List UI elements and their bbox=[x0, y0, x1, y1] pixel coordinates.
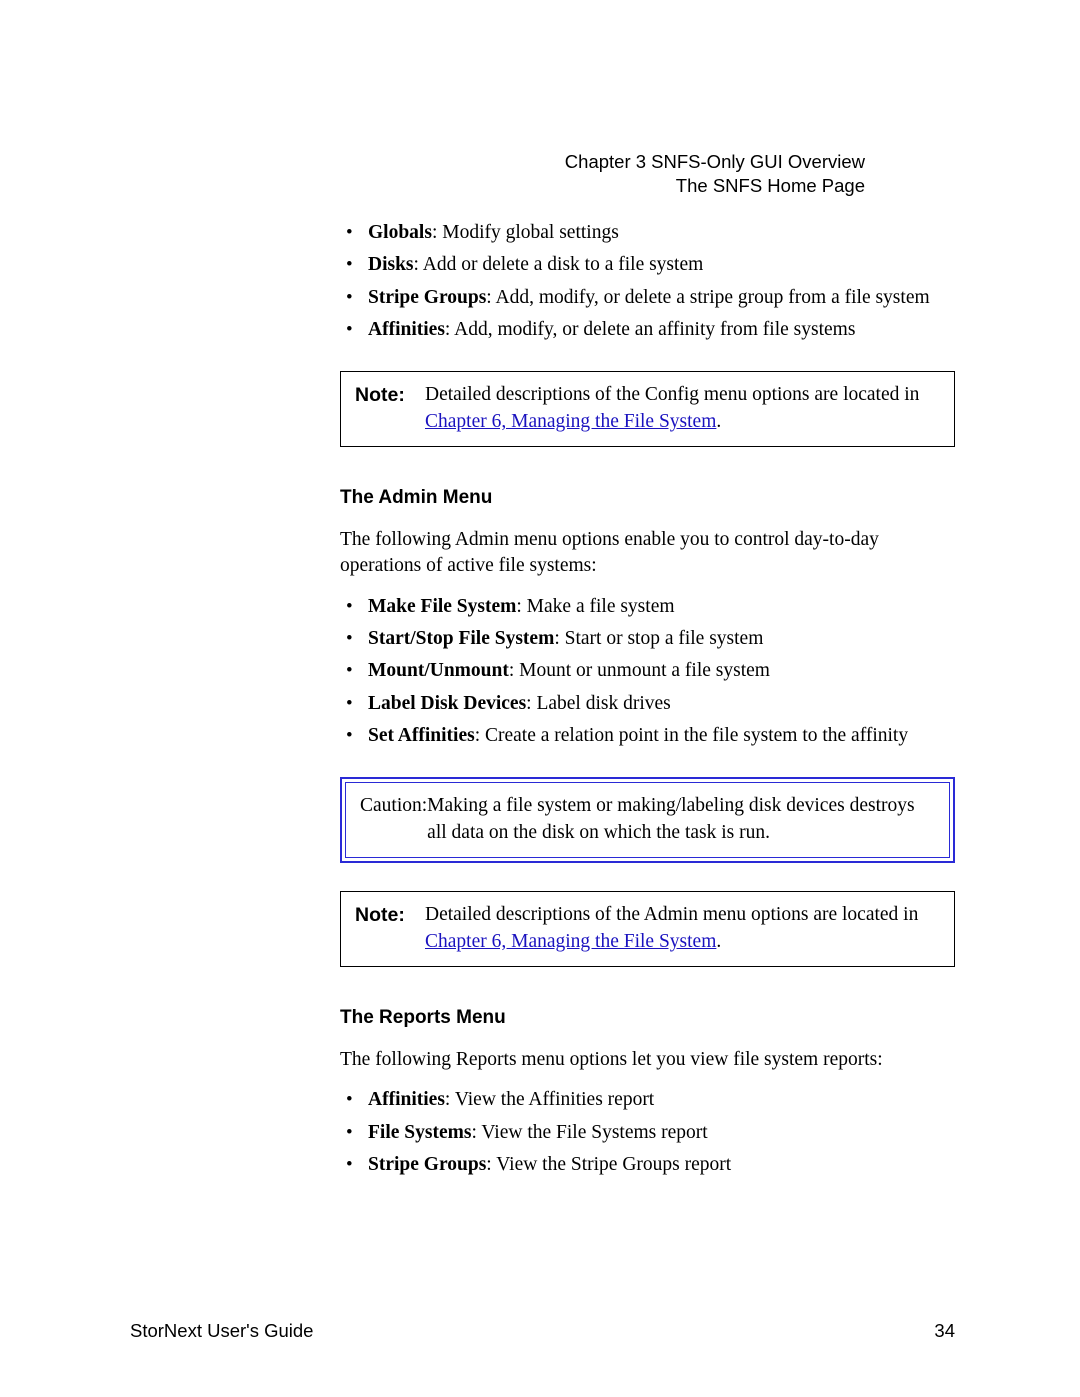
term: Start/Stop File System bbox=[368, 628, 554, 649]
desc: : Label disk drives bbox=[526, 693, 671, 714]
caution-box: Caution: Making a file system or making/… bbox=[340, 777, 955, 863]
term: File Systems bbox=[368, 1122, 471, 1143]
reports-heading: The Reports Menu bbox=[340, 1007, 955, 1029]
list-item: Affinities: View the Affinities report bbox=[340, 1087, 955, 1113]
list-item: Affinities: Add, modify, or delete an af… bbox=[340, 317, 955, 343]
desc: : Add or delete a disk to a file system bbox=[414, 254, 704, 275]
note-box: Note: Detailed descriptions of the Confi… bbox=[340, 371, 955, 447]
list-item: Globals: Modify global settings bbox=[340, 220, 955, 246]
desc: : Add, modify, or delete an affinity fro… bbox=[445, 319, 856, 340]
page-number: 34 bbox=[934, 1320, 955, 1342]
desc: : View the Stripe Groups report bbox=[486, 1154, 731, 1175]
term: Set Affinities bbox=[368, 725, 475, 746]
term: Globals bbox=[368, 222, 432, 243]
list-item: Make File System: Make a file system bbox=[340, 594, 955, 620]
body-content: Globals: Modify global settings Disks: A… bbox=[340, 220, 955, 1178]
list-item: File Systems: View the File Systems repo… bbox=[340, 1120, 955, 1146]
reports-intro: The following Reports menu options let y… bbox=[340, 1047, 955, 1073]
note-after: . bbox=[716, 411, 721, 432]
desc: : Mount or unmount a file system bbox=[509, 660, 770, 681]
desc: : Make a file system bbox=[516, 596, 674, 617]
caution-label: Caution: bbox=[360, 793, 427, 847]
list-item: Set Affinities: Create a relation point … bbox=[340, 723, 955, 749]
term: Mount/Unmount bbox=[368, 660, 509, 681]
config-menu-list: Globals: Modify global settings Disks: A… bbox=[340, 220, 955, 343]
desc: : Start or stop a file system bbox=[554, 628, 763, 649]
caution-text: Making a file system or making/labeling … bbox=[427, 793, 935, 847]
note-before: Detailed descriptions of the Admin menu … bbox=[425, 904, 918, 925]
list-item: Disks: Add or delete a disk to a file sy… bbox=[340, 252, 955, 278]
note-label: Note: bbox=[355, 902, 425, 956]
list-item: Stripe Groups: Add, modify, or delete a … bbox=[340, 285, 955, 311]
term: Disks bbox=[368, 254, 414, 275]
note-label: Note: bbox=[355, 382, 425, 436]
desc: : Add, modify, or delete a stripe group … bbox=[486, 287, 929, 308]
chapter-line: Chapter 3 SNFS-Only GUI Overview bbox=[565, 150, 865, 174]
desc: : View the File Systems report bbox=[471, 1122, 707, 1143]
term: Make File System bbox=[368, 596, 516, 617]
page-footer: StorNext User's Guide 34 bbox=[130, 1320, 955, 1342]
reports-menu-list: Affinities: View the Affinities report F… bbox=[340, 1087, 955, 1178]
note-before: Detailed descriptions of the Config menu… bbox=[425, 384, 919, 405]
term: Label Disk Devices bbox=[368, 693, 526, 714]
list-item: Label Disk Devices: Label disk drives bbox=[340, 691, 955, 717]
desc: : Modify global settings bbox=[432, 222, 619, 243]
list-item: Stripe Groups: View the Stripe Groups re… bbox=[340, 1152, 955, 1178]
note-box: Note: Detailed descriptions of the Admin… bbox=[340, 891, 955, 967]
term: Stripe Groups bbox=[368, 1154, 486, 1175]
footer-left: StorNext User's Guide bbox=[130, 1320, 313, 1342]
xref-link[interactable]: Chapter 6, Managing the File System bbox=[425, 931, 716, 952]
term: Stripe Groups bbox=[368, 287, 486, 308]
desc: : Create a relation point in the file sy… bbox=[475, 725, 908, 746]
desc: : View the Affinities report bbox=[445, 1089, 654, 1110]
term: Affinities bbox=[368, 319, 445, 340]
note-text: Detailed descriptions of the Admin menu … bbox=[425, 902, 940, 956]
running-header: Chapter 3 SNFS-Only GUI Overview The SNF… bbox=[565, 150, 865, 198]
note-text: Detailed descriptions of the Config menu… bbox=[425, 382, 940, 436]
term: Affinities bbox=[368, 1089, 445, 1110]
admin-heading: The Admin Menu bbox=[340, 487, 955, 509]
list-item: Start/Stop File System: Start or stop a … bbox=[340, 626, 955, 652]
list-item: Mount/Unmount: Mount or unmount a file s… bbox=[340, 658, 955, 684]
admin-menu-list: Make File System: Make a file system Sta… bbox=[340, 594, 955, 750]
xref-link[interactable]: Chapter 6, Managing the File System bbox=[425, 411, 716, 432]
note-after: . bbox=[716, 931, 721, 952]
section-line: The SNFS Home Page bbox=[565, 174, 865, 198]
document-page: Chapter 3 SNFS-Only GUI Overview The SNF… bbox=[0, 0, 1080, 1397]
admin-intro: The following Admin menu options enable … bbox=[340, 527, 955, 580]
